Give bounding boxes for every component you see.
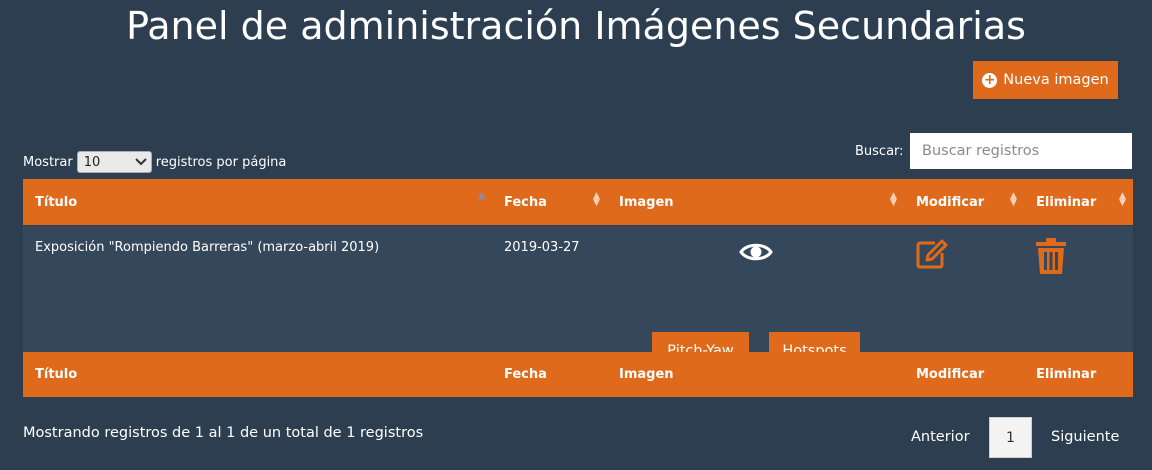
- sort-icon: ▲ ▼: [1010, 191, 1017, 208]
- footer-eliminar: Eliminar: [1036, 367, 1097, 382]
- images-table: Título ▲ Fecha ▲ ▼ Imagen ▲ ▼ Modificar ▲ ▼…: [23, 179, 1133, 397]
- column-header-fecha[interactable]: Fecha: [504, 179, 547, 225]
- sort-icon: ▲ ▼: [890, 191, 897, 208]
- sort-icon: ▲: [478, 191, 485, 201]
- table-info: Mostrando registros de 1 al 1 de un tota…: [23, 425, 424, 441]
- sort-icon: ▲ ▼: [593, 191, 600, 208]
- pagination-page-1[interactable]: 1: [989, 417, 1032, 458]
- table-row: Exposición "Rompiendo Barreras" (marzo-a…: [23, 225, 1133, 369]
- show-label: Mostrar: [23, 154, 73, 170]
- eye-icon[interactable]: [739, 240, 773, 264]
- column-header-imagen[interactable]: Imagen: [619, 179, 674, 225]
- footer-titulo: Título: [35, 367, 78, 382]
- cell-fecha: 2019-03-27: [504, 240, 580, 255]
- plus-circle-icon: +: [982, 71, 998, 88]
- column-header-modificar[interactable]: Modificar: [916, 179, 984, 225]
- pagination-next[interactable]: Siguiente: [1051, 429, 1119, 445]
- edit-icon[interactable]: [915, 238, 949, 270]
- column-header-eliminar[interactable]: Eliminar: [1036, 179, 1096, 225]
- footer-imagen: Imagen: [619, 367, 674, 382]
- page-length-value: 10: [83, 154, 101, 170]
- sort-icon: ▲ ▼: [1119, 191, 1126, 208]
- page-title: Panel de administración Imágenes Secunda…: [126, 4, 1026, 48]
- footer-fecha: Fecha: [504, 367, 547, 382]
- column-header-titulo[interactable]: Título: [35, 179, 77, 225]
- trash-icon[interactable]: [1035, 237, 1067, 275]
- search-input[interactable]: [910, 133, 1132, 169]
- search-label: Buscar:: [855, 144, 904, 159]
- footer-modificar: Modificar: [916, 367, 985, 382]
- table-header: Título ▲ Fecha ▲ ▼ Imagen ▲ ▼ Modificar ▲ ▼…: [23, 179, 1133, 225]
- pagination-previous[interactable]: Anterior: [911, 429, 970, 445]
- new-image-button-label: Nueva imagen: [1003, 72, 1109, 88]
- new-image-button[interactable]: + Nueva imagen: [973, 61, 1118, 99]
- cell-titulo: Exposición "Rompiendo Barreras" (marzo-a…: [35, 240, 380, 255]
- page-length-control: Mostrar 10 registros por página: [23, 151, 286, 173]
- page-length-select[interactable]: 10: [76, 151, 152, 173]
- chevron-down-icon: [134, 158, 147, 166]
- per-page-label: registros por página: [155, 154, 287, 170]
- table-footer: Título Fecha Imagen Modificar Eliminar: [23, 352, 1133, 397]
